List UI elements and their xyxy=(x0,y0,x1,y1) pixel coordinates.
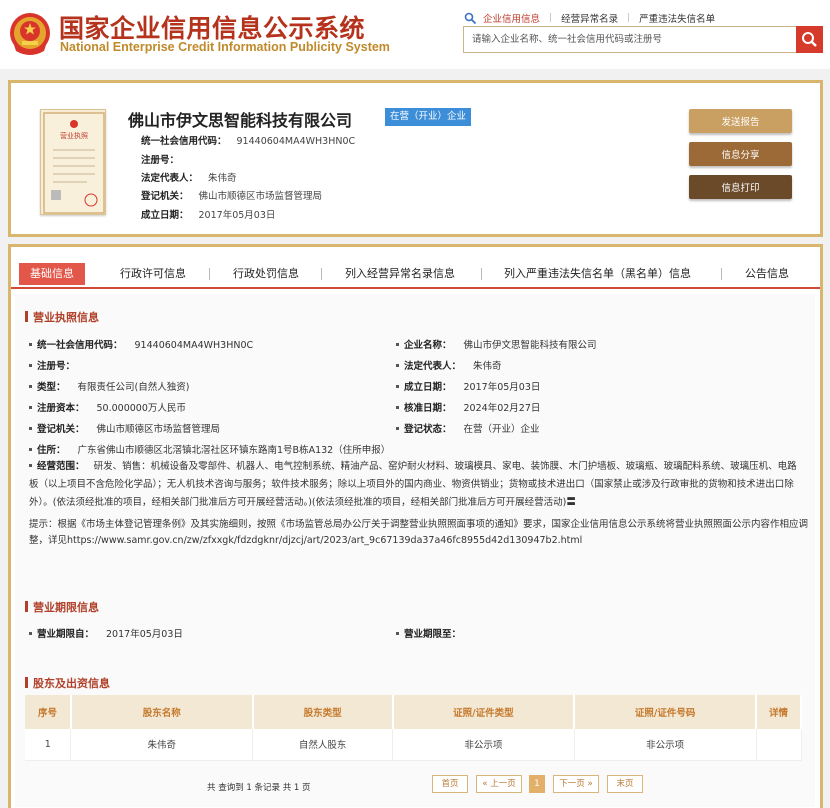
site-title-en: National Enterprise Credit Information P… xyxy=(60,40,390,54)
card-founded: 成立日期： 2017年05月03日 xyxy=(141,210,276,221)
tab-divider xyxy=(481,268,482,280)
col-index: 序号 xyxy=(25,695,72,729)
license-image: 营业执照 xyxy=(43,112,105,214)
nav-enterprise-credit[interactable]: 企业信用信息 xyxy=(483,11,540,25)
top-nav: 企业信用信息 | 经营异常名录 | 严重违法失信名单 xyxy=(464,11,715,25)
cell-id-no: 非公示项 xyxy=(574,729,757,761)
field-founded: 成立日期： 2017年05月03日 xyxy=(396,379,540,393)
license-thumb-label: 营业执照 xyxy=(60,131,88,140)
search-input[interactable] xyxy=(464,27,796,52)
company-card: 营业执照 佛山市伊文思智能科技有限公司 在营（开业）企业 统一社会信用代码： 91… xyxy=(8,80,823,237)
tab-blacklist[interactable]: 列入严重违法失信名单（黑名单）信息 xyxy=(504,263,691,285)
nav-abnormal-list[interactable]: 经营异常名录 xyxy=(561,11,618,25)
tab-abnormal-list[interactable]: 列入经营异常名录信息 xyxy=(345,263,455,285)
col-name: 股东名称 xyxy=(70,695,254,729)
section-title-term: 营业期限信息 xyxy=(25,599,99,615)
share-info-button[interactable]: 信息分享 xyxy=(689,142,792,166)
status-badge: 在营（开业）企业 xyxy=(385,108,472,126)
pager-info: 共 查询到 1 条记录 共 1 页 xyxy=(207,783,311,793)
detail-panel: 基础信息 行政许可信息 行政处罚信息 列入经营异常名录信息 列入严重违法失信名单… xyxy=(8,244,823,808)
pager-next-button[interactable]: 下一页 » xyxy=(553,775,599,793)
pager-prev-button[interactable]: « 上一页 xyxy=(476,775,522,793)
cell-name: 朱伟奇 xyxy=(70,729,254,761)
search-button[interactable] xyxy=(796,26,823,53)
card-legal-rep: 法定代表人： 朱伟奇 xyxy=(141,173,237,184)
tab-admin-penalty[interactable]: 行政处罚信息 xyxy=(233,263,299,285)
pager-last-button[interactable]: 末页 xyxy=(607,775,643,793)
shareholders-table: 序号 股东名称 股东类型 证照/证件类型 证照/证件号码 详情 1 朱伟奇 自然… xyxy=(25,695,802,761)
license-thumbnail[interactable]: 营业执照 xyxy=(40,109,106,215)
nav-blacklist[interactable]: 严重违法失信名单 xyxy=(639,11,715,25)
magnifier-icon xyxy=(464,12,477,24)
card-credit-code: 统一社会信用代码： 91440604MA4WH3HN0C xyxy=(141,136,356,147)
field-status: 登记状态： 在营（开业）企业 xyxy=(396,421,540,435)
tab-divider xyxy=(209,268,210,280)
nav-divider: | xyxy=(549,13,553,23)
field-term-to: 营业期限至： xyxy=(396,626,473,640)
print-info-button[interactable]: 信息打印 xyxy=(689,175,792,199)
col-type: 股东类型 xyxy=(252,695,394,729)
field-approved: 核准日期： 2024年02月27日 xyxy=(396,400,540,414)
tab-admin-license[interactable]: 行政许可信息 xyxy=(120,263,186,285)
tab-announcements[interactable]: 公告信息 xyxy=(745,263,789,285)
cell-id-type: 非公示项 xyxy=(392,729,575,761)
field-type: 类型： 有限责任公司(自然人独资) xyxy=(29,379,189,393)
send-report-button[interactable]: 发送报告 xyxy=(689,109,792,133)
field-address: 住所： 广东省佛山市顺德区北滘镇北滘社区环镇东路南1号B栋A132（住所申报） xyxy=(29,442,390,456)
cell-detail[interactable] xyxy=(756,729,802,761)
card-reg-no: 注册号： xyxy=(141,155,180,166)
field-legal-rep: 法定代表人： 朱伟奇 xyxy=(396,358,502,372)
cell-index: 1 xyxy=(25,729,72,761)
national-emblem-icon xyxy=(10,13,50,55)
field-authority: 登记机关： 佛山市顺德区市场监督管理局 xyxy=(29,421,220,435)
pager-page-1[interactable]: 1 xyxy=(529,775,545,793)
col-id-type: 证照/证件类型 xyxy=(392,695,576,729)
field-credit-code: 统一社会信用代码： 91440604MA4WH3HN0C xyxy=(29,337,253,351)
search-icon xyxy=(802,32,817,47)
nav-divider: | xyxy=(627,13,631,23)
section-title-license: 营业执照信息 xyxy=(25,309,99,325)
cell-type: 自然人股东 xyxy=(252,729,393,761)
section-title-shareholders: 股东及出资信息 xyxy=(25,675,110,691)
license-notice: 提示：根据《市场主体登记管理条例》及其实施细则，按照《市场监管总局办公厅关于调整… xyxy=(29,519,809,546)
pager-first-button[interactable]: 首页 xyxy=(432,775,468,793)
tab-bar: 基础信息 行政许可信息 行政处罚信息 列入经营异常名录信息 列入严重违法失信名单… xyxy=(11,259,820,289)
col-detail: 详情 xyxy=(756,695,802,729)
card-authority: 登记机关： 佛山市顺德区市场监督管理局 xyxy=(141,191,323,202)
tab-basic-info[interactable]: 基础信息 xyxy=(19,263,85,285)
search-box xyxy=(463,26,797,53)
field-business-scope: 经营范围： 研发、销售：机械设备及零部件、机器人、电气控制系统、精油产品、窑炉耐… xyxy=(29,461,797,508)
table-row: 1 朱伟奇 自然人股东 非公示项 非公示项 xyxy=(25,729,802,761)
tab-divider xyxy=(721,268,722,280)
col-id-no: 证照/证件号码 xyxy=(574,695,757,729)
field-term-from: 营业期限自： 2017年05月03日 xyxy=(29,626,183,640)
tab-divider xyxy=(321,268,322,280)
field-reg-no: 注册号： xyxy=(29,358,87,372)
field-company-name: 企业名称： 佛山市伊文思智能科技有限公司 xyxy=(396,337,597,351)
field-capital: 注册资本： 50.000000万人民币 xyxy=(29,400,186,414)
table-header-row: 序号 股东名称 股东类型 证照/证件类型 证照/证件号码 详情 xyxy=(25,695,802,729)
company-name: 佛山市伊文思智能科技有限公司 xyxy=(128,111,353,130)
site-header: 国家企业信用信息公示系统 National Enterprise Credit … xyxy=(0,0,830,69)
